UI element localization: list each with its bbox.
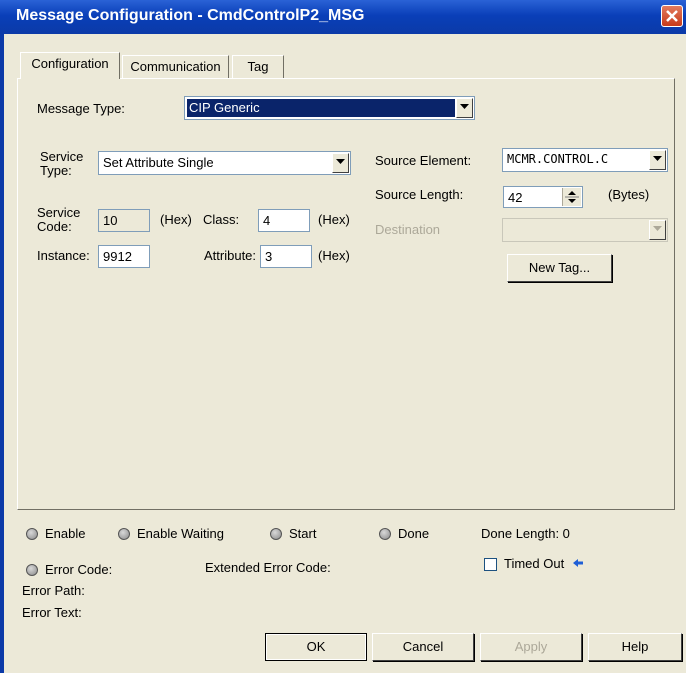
- service-code-field: 10: [98, 209, 150, 232]
- window-border: [0, 34, 4, 673]
- enable-indicator: [26, 528, 38, 540]
- service-type-dropdown[interactable]: [332, 153, 349, 173]
- service-type-label-2: Type:: [40, 163, 72, 178]
- enable-waiting-label: Enable Waiting: [137, 526, 224, 541]
- tab-configuration[interactable]: Configuration: [20, 52, 120, 79]
- close-icon: [666, 10, 678, 22]
- destination-select[interactable]: [502, 218, 668, 242]
- service-code-hex-label: (Hex): [160, 212, 192, 227]
- timed-out-checkbox[interactable]: [484, 558, 497, 571]
- source-element-value: MCMR.CONTROL.C: [507, 152, 609, 166]
- start-indicator: [270, 528, 282, 540]
- timed-out-label: Timed Out: [504, 556, 565, 571]
- bytes-label: (Bytes): [608, 187, 650, 202]
- apply-button[interactable]: Apply: [480, 633, 582, 661]
- attribute-input[interactable]: 3: [260, 245, 312, 268]
- attribute-label: Attribute:: [204, 248, 257, 263]
- source-element-dropdown[interactable]: [649, 150, 666, 170]
- spinner-arrows-icon: [565, 191, 579, 203]
- source-element-label: Source Element:: [375, 153, 472, 168]
- help-button[interactable]: Help: [588, 633, 682, 661]
- source-element-select[interactable]: MCMR.CONTROL.C: [502, 148, 668, 172]
- close-button[interactable]: [661, 5, 683, 27]
- done-indicator: [379, 528, 391, 540]
- source-length-spinner[interactable]: [562, 188, 581, 206]
- cancel-button[interactable]: Cancel: [372, 633, 474, 661]
- error-code-label: Error Code:: [45, 562, 113, 577]
- extended-error-code-label: Extended Error Code:: [205, 560, 331, 575]
- attribute-hex-label: (Hex): [318, 248, 350, 263]
- done-label: Done: [398, 526, 430, 541]
- start-label: Start: [289, 526, 317, 541]
- destination-dropdown[interactable]: [649, 220, 666, 240]
- chevron-down-icon: [653, 226, 662, 231]
- message-type-dropdown[interactable]: [456, 98, 473, 118]
- new-tag-button[interactable]: New Tag...: [507, 254, 612, 282]
- message-type-value: CIP Generic: [189, 100, 260, 115]
- tab-communication[interactable]: Communication: [122, 55, 229, 79]
- service-type-value: Set Attribute Single: [103, 155, 214, 170]
- error-code-indicator: [26, 564, 38, 576]
- chevron-down-icon: [336, 159, 345, 164]
- error-path-label: Error Path:: [22, 583, 85, 598]
- tab-tag[interactable]: Tag: [232, 55, 284, 79]
- service-code-label-1: Service: [37, 205, 81, 220]
- chevron-down-icon: [460, 104, 469, 109]
- class-label: Class:: [203, 212, 240, 227]
- message-type-label: Message Type:: [37, 101, 125, 116]
- enable-label: Enable: [45, 526, 86, 541]
- destination-label: Destination: [375, 222, 441, 237]
- configuration-panel: [17, 78, 675, 510]
- ok-button[interactable]: OK: [265, 633, 367, 661]
- source-length-label: Source Length:: [375, 187, 464, 202]
- class-input[interactable]: 4: [258, 209, 310, 232]
- message-type-select[interactable]: CIP Generic: [184, 96, 475, 120]
- service-type-label-1: Service: [40, 149, 84, 164]
- service-type-select[interactable]: Set Attribute Single: [98, 151, 351, 175]
- enable-waiting-indicator: [118, 528, 130, 540]
- class-hex-label: (Hex): [318, 212, 350, 227]
- instance-label: Instance:: [37, 248, 90, 263]
- arrow-left-icon: [573, 559, 583, 567]
- chevron-down-icon: [653, 156, 662, 161]
- instance-input[interactable]: 9912: [98, 245, 150, 268]
- window-title: Message Configuration - CmdControlP2_MSG: [16, 7, 365, 24]
- error-text-label: Error Text:: [22, 605, 82, 620]
- done-length: Done Length: 0: [481, 526, 570, 541]
- source-length-value: 42: [508, 190, 523, 205]
- service-code-label-2: Code:: [37, 219, 72, 234]
